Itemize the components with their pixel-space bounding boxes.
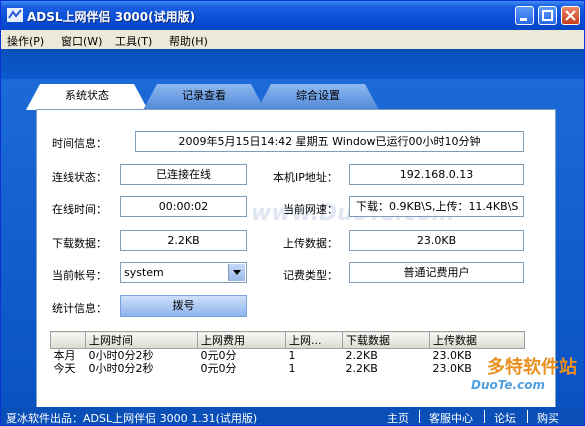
- stats-label: 统计信息：: [52, 302, 107, 315]
- table-cell: 0小时0分2秒: [88, 362, 154, 375]
- time-value: 2009年5月15日14:42 星期五 Window已运行00小时10分钟: [135, 131, 524, 152]
- speed-label: 当前网速：: [283, 203, 338, 216]
- table-cell: 2.2KB: [345, 362, 378, 375]
- watermark-tagline: 国内最安全的软件站: [456, 395, 555, 408]
- table-cell: 1: [288, 349, 296, 362]
- table-cell: 2.2KB: [345, 349, 378, 362]
- connection-label: 连线状态：: [52, 171, 107, 184]
- menu-operate[interactable]: 操作(P): [7, 33, 44, 49]
- time-label: 时间信息：: [52, 137, 107, 150]
- billing-label: 记费类型：: [283, 269, 338, 282]
- header-band: [1, 49, 584, 79]
- title-bar[interactable]: ADSL上网伴侣 3000(试用版): [1, 1, 584, 30]
- connection-value: 已连接在线: [120, 164, 247, 185]
- ip-value: 192.168.0.13: [349, 164, 524, 185]
- account-select[interactable]: system: [120, 262, 247, 283]
- table-cell: 0元0分: [200, 349, 237, 362]
- column-header[interactable]: 上传数据: [429, 331, 525, 349]
- table-header-row: 上网时间 上网费用 上网... 下载数据 上传数据: [50, 331, 525, 349]
- table-row[interactable]: 本月 0小时0分2秒 0元0分 1 2.2KB 23.0KB: [51, 349, 525, 363]
- maximize-icon: [542, 10, 553, 21]
- upload-label: 上传数据：: [283, 237, 338, 250]
- divider: [527, 410, 528, 423]
- ip-label: 本机IP地址：: [273, 171, 338, 184]
- column-header[interactable]: [50, 331, 86, 349]
- upload-value: 23.0KB: [349, 230, 524, 251]
- link-buy[interactable]: 购买: [537, 410, 559, 426]
- table-cell: 今天: [53, 362, 76, 375]
- menu-window[interactable]: 窗口(W): [61, 33, 102, 49]
- account-label: 当前帐号：: [52, 269, 107, 282]
- watermark-logo: 多特软件站: [487, 357, 577, 378]
- table-cell: 0小时0分2秒: [88, 349, 154, 362]
- chevron-down-icon[interactable]: [228, 264, 245, 281]
- column-header[interactable]: 下载数据: [342, 331, 430, 349]
- minimize-button[interactable]: [515, 6, 534, 25]
- download-label: 下载数据：: [52, 237, 107, 250]
- maximize-button[interactable]: [538, 6, 557, 25]
- speed-value: 下载：0.9KB\S,上传：11.4KB\S: [349, 196, 524, 217]
- link-forum[interactable]: 论坛: [494, 410, 516, 426]
- download-value: 2.2KB: [120, 230, 247, 251]
- column-header[interactable]: 上网...: [285, 331, 343, 349]
- app-window: ADSL上网伴侣 3000(试用版) 操作(P) 窗口(W) 工具(T) 帮助(…: [0, 0, 585, 426]
- table-cell: 本月: [53, 349, 76, 362]
- tab-system-status[interactable]: 系统状态: [26, 84, 148, 110]
- table-row[interactable]: 今天 0小时0分2秒 0元0分 1 2.2KB 23.0KB: [51, 362, 525, 375]
- online-time-value: 00:00:02: [120, 196, 247, 217]
- link-support[interactable]: 客服中心: [429, 410, 473, 426]
- status-bar: 夏冰软件出品：ADSL上网伴侣 3000 1.31(试用版) 主页 客服中心 论…: [1, 407, 584, 425]
- app-icon: [7, 8, 23, 22]
- table-cell: 0元0分: [200, 362, 237, 375]
- menu-bar: 操作(P) 窗口(W) 工具(T) 帮助(H): [1, 30, 584, 49]
- dial-button[interactable]: 拨号: [120, 295, 247, 317]
- divider: [484, 410, 485, 423]
- table-cell: 1: [288, 362, 296, 375]
- online-time-label: 在线时间：: [52, 203, 107, 216]
- watermark-logo-url: DuoTe.com: [471, 378, 545, 392]
- link-home[interactable]: 主页: [387, 410, 409, 426]
- status-text: 夏冰软件出品：ADSL上网伴侣 3000 1.31(试用版): [6, 412, 258, 425]
- tab-settings[interactable]: 综合设置: [257, 84, 379, 110]
- billing-value: 普通记费用户: [349, 262, 524, 283]
- menu-tools[interactable]: 工具(T): [115, 33, 152, 49]
- column-header[interactable]: 上网费用: [197, 331, 286, 349]
- minimize-icon: [520, 18, 527, 21]
- menu-help[interactable]: 帮助(H): [169, 33, 208, 49]
- divider: [419, 410, 420, 423]
- stats-table: 上网时间 上网费用 上网... 下载数据 上传数据 本月 0小时0分2秒 0元0…: [50, 331, 525, 375]
- window-title: ADSL上网伴侣 3000(试用版): [27, 10, 196, 24]
- tab-records[interactable]: 记录查看: [143, 84, 265, 110]
- account-select-value: system: [124, 266, 164, 279]
- column-header[interactable]: 上网时间: [85, 331, 198, 349]
- close-icon: [565, 10, 576, 21]
- close-button[interactable]: [561, 6, 580, 25]
